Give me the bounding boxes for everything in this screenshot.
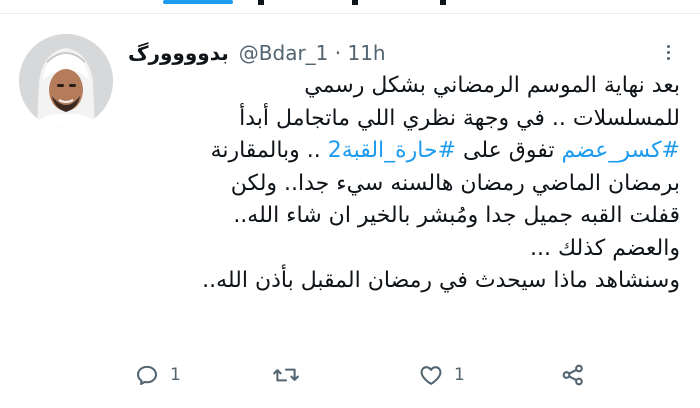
tweet-text-line: والعضم كذلك ... <box>128 233 680 266</box>
timestamp[interactable]: 11h <box>347 41 385 65</box>
reply-button[interactable]: 1 <box>134 358 181 392</box>
tweet-text-segment: وسنشاهد ماذا سيحدث في رمضان المقبل بأذن … <box>202 268 680 293</box>
tweet-actions: 1 1 <box>0 358 700 392</box>
tweet-text-line: #كسر_عضم تفوق على #حارة_القبة2 .. وبالمق… <box>128 135 680 168</box>
tweet-text-segment: تفوق على <box>456 138 562 163</box>
handle[interactable]: @Bdar_1 <box>239 41 329 65</box>
tweet-text-segment: قفلت القبه جميل جدا ومُبشر بالخير ان شاء… <box>233 203 680 228</box>
reply-count: 1 <box>170 365 181 385</box>
tweet-text-line: قفلت القبه جميل جدا ومُبشر بالخير ان شاء… <box>128 200 680 233</box>
tab-active-indicator[interactable] <box>163 0 233 4</box>
retweet-icon <box>273 368 299 382</box>
handle-line: @Bdar_1 · 11h <box>239 41 386 65</box>
tab-item[interactable] <box>258 0 264 5</box>
hashtag-link[interactable]: #حارة_القبة2 <box>328 138 456 163</box>
tweet-text-line: بعد نهاية الموسم الرمضاني بشكل رسمي <box>128 70 680 103</box>
tweet-text-line: برمضان الماضي رمضان هالسنه سيء جدا.. ولك… <box>128 168 680 201</box>
tweet-text-line: للمسلسلات .. في وجهة نظري اللي ماتجامل أ… <box>128 103 680 136</box>
like-icon <box>420 366 442 385</box>
avatar[interactable] <box>19 34 113 128</box>
reply-icon <box>136 365 158 386</box>
tab-item[interactable] <box>440 0 446 5</box>
avatar-image <box>19 34 113 128</box>
like-button[interactable]: 1 <box>418 358 465 392</box>
separator-dot: · <box>334 41 348 65</box>
timeline-tabs <box>0 0 700 14</box>
tweet-text-segment: للمسلسلات .. في وجهة نظري اللي ماتجامل أ… <box>239 105 680 131</box>
share-button[interactable] <box>560 358 586 392</box>
hashtag-link[interactable]: #كسر_عضم <box>561 138 680 163</box>
tweet-header: بدوووورگ @Bdar_1 · 11h <box>128 38 386 68</box>
tab-item[interactable] <box>352 0 358 5</box>
retweet-button[interactable] <box>272 358 310 392</box>
more-icon[interactable] <box>658 42 678 60</box>
like-count: 1 <box>454 365 465 385</box>
tweet-text-line: وسنشاهد ماذا سيحدث في رمضان المقبل بأذن … <box>128 265 680 298</box>
tweet-text-segment: برمضان الماضي رمضان هالسنه سيء جدا.. ولك… <box>230 170 680 196</box>
share-icon <box>562 364 583 386</box>
tweet-text-segment: والعضم كذلك ... <box>529 235 680 261</box>
display-name[interactable]: بدوووورگ <box>128 41 229 65</box>
tweet-text-segment: .. وبالمقارنة <box>210 138 328 163</box>
tweet-text-segment: بعد نهاية الموسم الرمضاني بشكل رسمي <box>304 73 680 98</box>
tweet-text: بعد نهاية الموسم الرمضاني بشكل رسمي للمسل… <box>128 70 680 298</box>
